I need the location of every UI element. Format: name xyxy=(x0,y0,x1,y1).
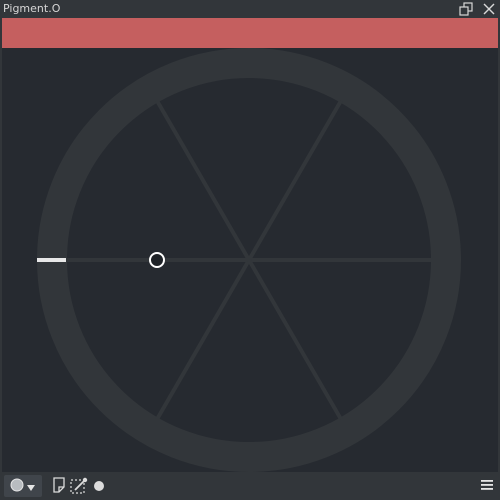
menu-button[interactable] xyxy=(480,478,494,492)
bottom-toolbar xyxy=(0,472,500,500)
float-window-icon xyxy=(459,2,473,16)
title-bar: Pigment.O xyxy=(0,0,500,18)
dropdown-arrow-icon xyxy=(26,477,36,496)
color-wheel-panel[interactable] xyxy=(2,48,498,472)
window-title: Pigment.O xyxy=(3,2,61,15)
color-circle-icon xyxy=(10,477,24,496)
dot-button[interactable] xyxy=(93,480,105,492)
pick-color-button[interactable] xyxy=(70,477,88,495)
note-button[interactable] xyxy=(52,477,66,493)
color-wheel[interactable] xyxy=(2,48,498,472)
spoke-120 xyxy=(155,99,251,262)
close-icon xyxy=(483,3,495,15)
hamburger-menu-icon xyxy=(481,480,493,490)
spoke-300 xyxy=(247,258,343,421)
spoke-240 xyxy=(155,258,251,421)
dot-icon xyxy=(94,481,104,491)
float-window-button[interactable] xyxy=(458,1,474,17)
color-cursor[interactable] xyxy=(149,252,165,268)
hue-marker[interactable] xyxy=(37,258,66,262)
close-button[interactable] xyxy=(481,1,497,17)
eyedropper-selection-icon xyxy=(70,477,88,494)
note-icon xyxy=(53,477,65,493)
active-color-bar[interactable] xyxy=(2,18,498,48)
wheel-mode-button[interactable] xyxy=(4,475,42,497)
wheel-spokes xyxy=(65,99,433,421)
spoke-60 xyxy=(247,99,343,262)
